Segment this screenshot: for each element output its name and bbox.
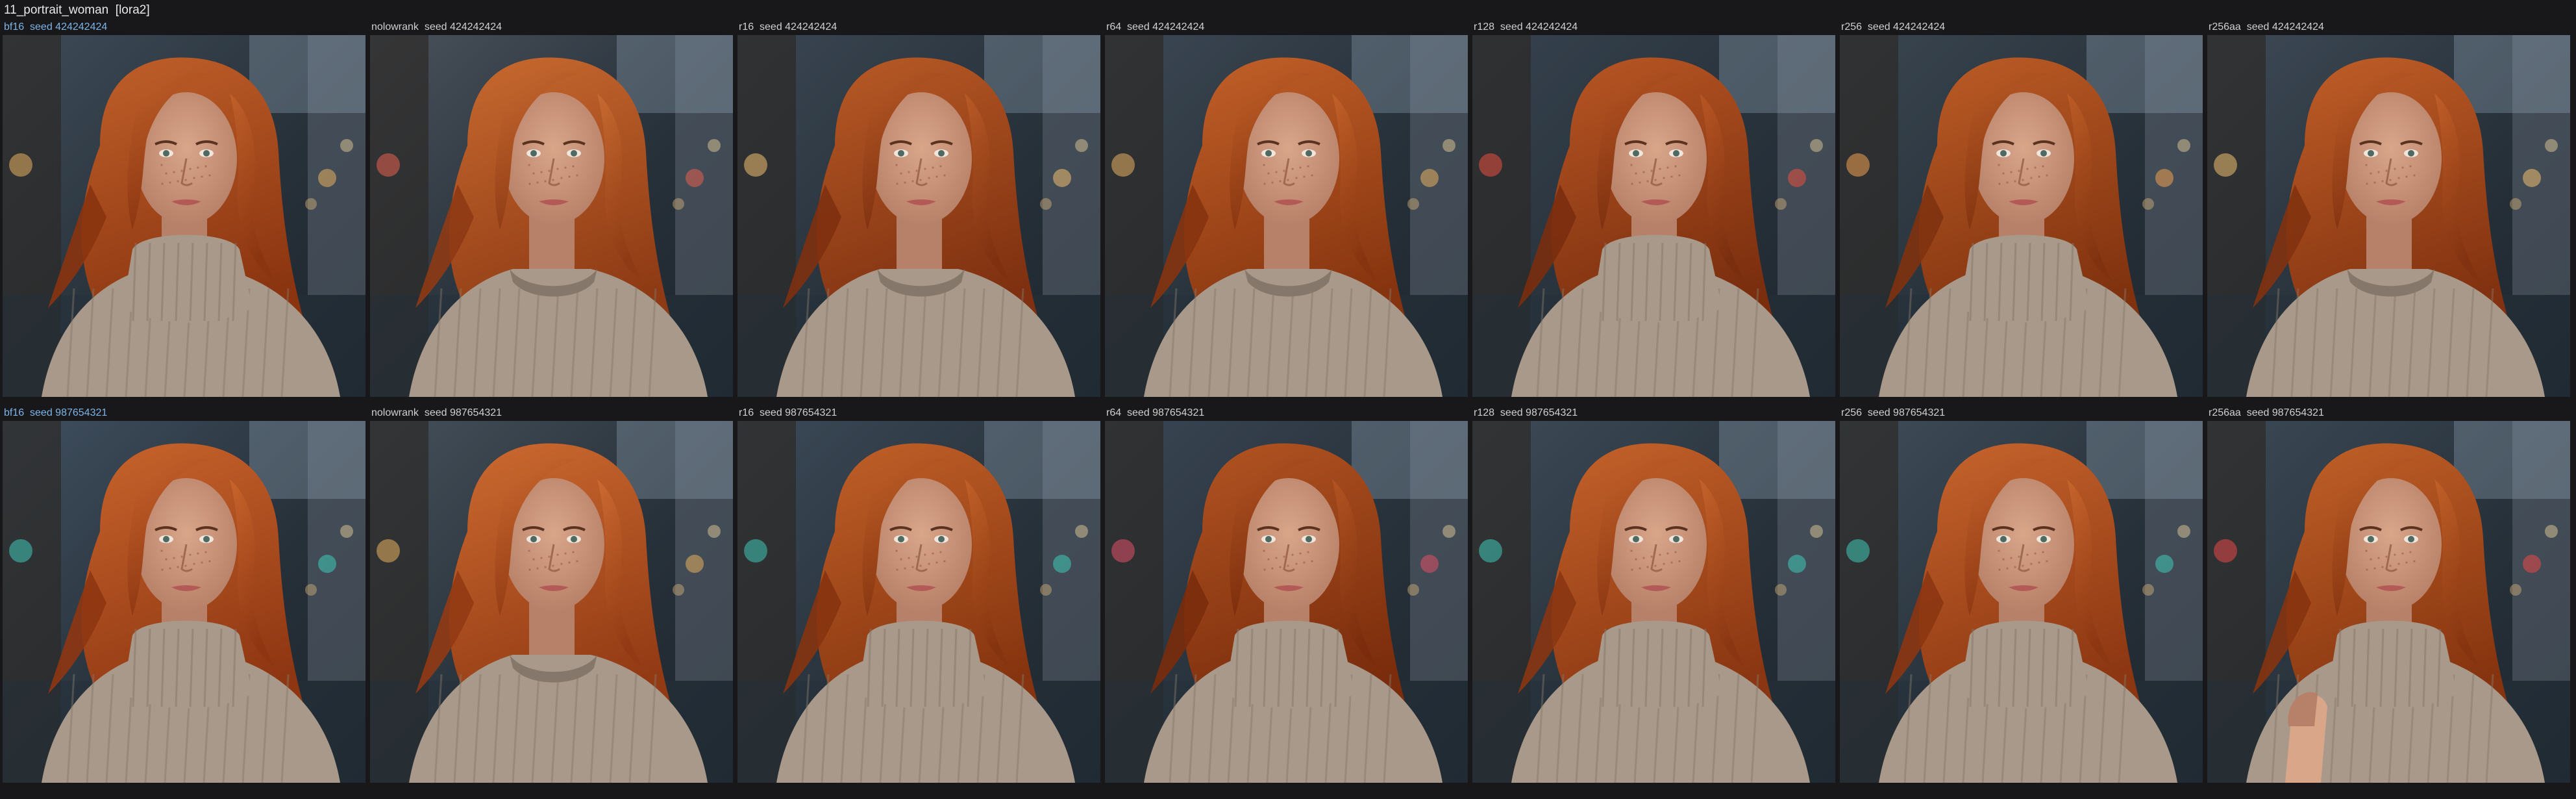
- portrait-image[interactable]: [737, 35, 1100, 397]
- cell-label: bf16 seed 987654321: [4, 407, 108, 418]
- portrait-image[interactable]: [1472, 421, 1835, 783]
- cell-label: nolowrank seed 424242424: [371, 21, 502, 32]
- portrait-image[interactable]: [3, 421, 365, 783]
- cell-label: r256aa seed 987654321: [2209, 407, 2324, 418]
- cell-label: r64 seed 424242424: [1106, 21, 1205, 32]
- cell-label: bf16 seed 424242424: [4, 21, 108, 32]
- cell-label: r16 seed 424242424: [739, 21, 837, 32]
- portrait-image[interactable]: [1105, 35, 1468, 397]
- portrait-image[interactable]: [737, 421, 1100, 783]
- cell-label: r128 seed 424242424: [1474, 21, 1578, 32]
- cell-label: r256 seed 987654321: [1841, 407, 1946, 418]
- image-grid: bf16 seed 424242424 nolowrank seed 424242…: [0, 0, 2576, 799]
- portrait-image[interactable]: [3, 35, 365, 397]
- cell-label: r64 seed 987654321: [1106, 407, 1205, 418]
- portrait-image[interactable]: [1105, 421, 1468, 783]
- cell-label: r256aa seed 424242424: [2209, 21, 2324, 32]
- portrait-image[interactable]: [1840, 421, 2203, 783]
- portrait-image[interactable]: [370, 421, 733, 783]
- cell-label: r256 seed 424242424: [1841, 21, 1946, 32]
- portrait-image[interactable]: [1840, 35, 2203, 397]
- cell-label: r128 seed 987654321: [1474, 407, 1578, 418]
- cell-label: nolowrank seed 987654321: [371, 407, 502, 418]
- portrait-image[interactable]: [1472, 35, 1835, 397]
- portrait-image[interactable]: [2207, 421, 2570, 783]
- cell-label: r16 seed 987654321: [739, 407, 837, 418]
- portrait-image[interactable]: [370, 35, 733, 397]
- portrait-image[interactable]: [2207, 35, 2570, 397]
